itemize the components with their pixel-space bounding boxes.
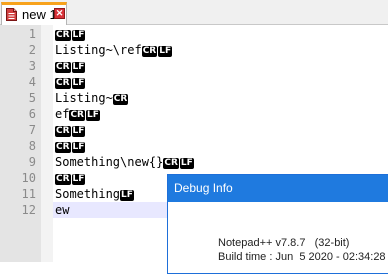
code-text: Listing~ — [55, 91, 113, 105]
file-modified-icon — [6, 8, 17, 21]
eol-marker-cr: CR — [55, 30, 71, 41]
tab-new-1[interactable]: new 1 ✕ — [1, 2, 67, 25]
code-text: Something\new{} — [55, 155, 164, 169]
eol-marker-cr: CR — [69, 110, 85, 121]
close-tab-icon[interactable]: ✕ — [54, 8, 65, 19]
line-number: 3 — [28, 59, 36, 73]
line-number: 1 — [28, 27, 36, 41]
eol-marker-lf: LF — [71, 126, 86, 137]
code-text: Something — [55, 187, 121, 201]
eol-marker-cr: CR — [55, 78, 71, 89]
tab-bar: new 1 ✕ — [0, 0, 388, 25]
line-number: 5 — [28, 91, 36, 105]
eol-marker-lf: LF — [71, 174, 86, 185]
line-number: 10 — [21, 171, 36, 185]
code-line: efCR LF — [55, 106, 101, 122]
code-text: Listing~\ref — [55, 43, 142, 57]
eol-marker-cr: CR — [141, 46, 158, 57]
eol-marker-cr: CR — [55, 126, 71, 137]
line-number: 11 — [21, 187, 36, 201]
code-line: CR LF — [55, 170, 86, 186]
eol-marker-lf: LF — [71, 30, 86, 41]
code-text: ew — [55, 203, 70, 217]
eol-marker-lf: LF — [158, 46, 173, 57]
eol-marker-lf: LF — [71, 142, 86, 153]
code-line: SomethingLF — [55, 186, 135, 202]
debug-info-dialog[interactable]: Debug Info Notepad++ v7.8.7 (32-bit) Bui… — [167, 174, 388, 274]
line-number: 8 — [28, 139, 36, 153]
eol-marker-lf: LF — [71, 62, 86, 73]
eol-marker-cr: CR — [112, 94, 129, 105]
line-number: 12 — [21, 203, 36, 217]
line-number: 2 — [28, 43, 36, 57]
eol-marker-cr: CR — [55, 142, 71, 153]
line-number: 6 — [28, 107, 36, 121]
code-line: CR LF — [55, 74, 86, 90]
dialog-title: Debug Info — [174, 181, 233, 195]
eol-marker-lf: LF — [179, 158, 194, 169]
code-line: CR LF — [55, 138, 86, 154]
code-line: Listing~\refCR LF — [55, 42, 173, 58]
eol-marker-cr: CR — [55, 62, 71, 73]
eol-marker-lf: LF — [71, 78, 86, 89]
version-text: Notepad++ v7.8.7 (32-bit) — [218, 237, 350, 249]
eol-marker-cr: CR — [163, 158, 179, 169]
code-text: ef — [55, 107, 70, 121]
line-number: 4 — [28, 75, 36, 89]
line-number: 9 — [28, 155, 36, 169]
code-line: CR LF — [55, 122, 86, 138]
code-line: ew — [55, 202, 69, 218]
eol-marker-cr: CR — [55, 174, 71, 185]
code-line: CR LF — [55, 26, 86, 42]
tab-label: new 1 — [22, 7, 57, 22]
eol-marker-lf: LF — [86, 110, 100, 121]
code-line: Listing~CR — [55, 90, 129, 106]
code-line: CR LF — [55, 58, 86, 74]
build-time-text: Build time : Jun 5 2020 - 02:34:28 — [218, 251, 386, 263]
code-line: Something\new{}CR LF — [55, 154, 195, 170]
line-number: 7 — [28, 123, 36, 137]
dialog-title-bar[interactable]: Debug Info — [168, 175, 388, 202]
eol-marker-lf: LF — [120, 190, 134, 201]
fold-margin — [41, 25, 53, 262]
